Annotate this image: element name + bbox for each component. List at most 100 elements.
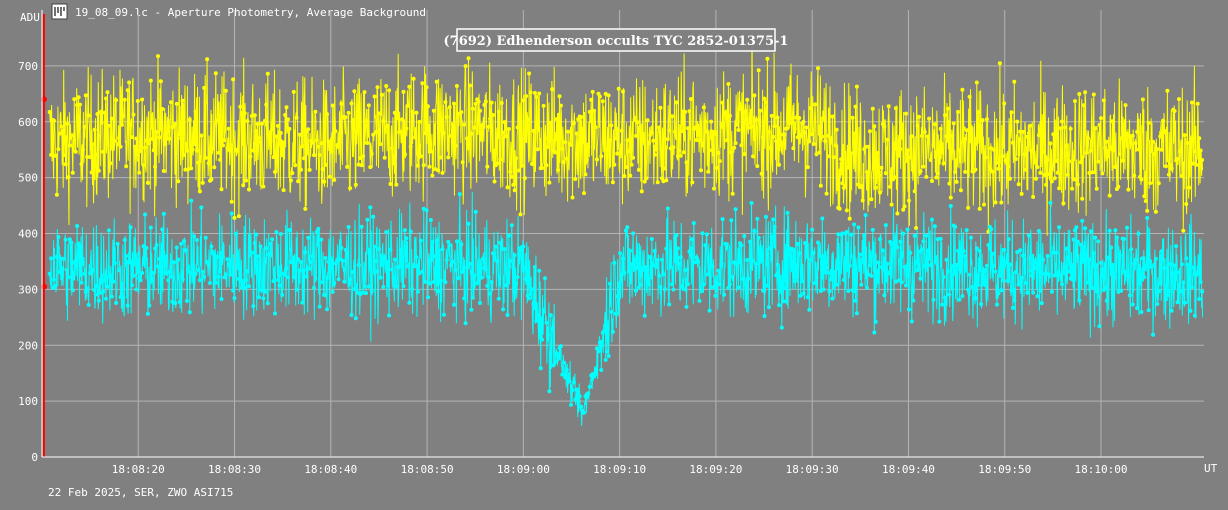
- series-point: [582, 410, 586, 415]
- series-point: [169, 274, 173, 279]
- series-point: [1019, 191, 1024, 196]
- series-point: [284, 266, 289, 271]
- series-point: [618, 251, 623, 256]
- series-point: [719, 262, 724, 267]
- series-point: [964, 128, 969, 133]
- series-point: [853, 104, 858, 109]
- lightcurve-app-icon[interactable]: [51, 3, 68, 20]
- series-point: [450, 259, 455, 264]
- series-point: [912, 189, 917, 194]
- series-point: [574, 131, 579, 136]
- series-point: [199, 205, 204, 210]
- series-point: [121, 114, 126, 119]
- series-point: [872, 330, 877, 335]
- series-point: [1106, 154, 1111, 159]
- series-point: [934, 175, 939, 180]
- series-point: [794, 275, 799, 280]
- series-point: [489, 100, 494, 105]
- series-point: [932, 122, 937, 127]
- series-point: [778, 289, 783, 294]
- series-point: [720, 217, 725, 222]
- series-point: [528, 90, 533, 95]
- series-point: [1074, 177, 1079, 182]
- series-point: [947, 181, 952, 186]
- series-point: [925, 248, 930, 253]
- series-point: [751, 258, 755, 263]
- series-point: [587, 384, 592, 389]
- series-point: [586, 391, 591, 396]
- series-point: [1088, 148, 1093, 153]
- series-point: [1026, 233, 1031, 238]
- series-point: [769, 234, 774, 239]
- series-point: [592, 374, 597, 379]
- series-point: [886, 271, 891, 276]
- series-point: [1081, 103, 1086, 108]
- series-point: [622, 270, 627, 275]
- series-point: [919, 133, 924, 138]
- series-point: [992, 264, 997, 268]
- series-point: [351, 118, 355, 122]
- series-point: [992, 147, 997, 152]
- series-point: [865, 170, 869, 175]
- series-point: [850, 288, 855, 293]
- series-point: [1156, 289, 1161, 294]
- series-point: [221, 254, 225, 259]
- series-point: [966, 205, 971, 210]
- series-point: [193, 109, 198, 114]
- series-point: [644, 176, 649, 181]
- series-point: [343, 115, 348, 120]
- series-point: [683, 268, 688, 273]
- series-point: [827, 154, 832, 159]
- series-point: [1107, 193, 1112, 198]
- series-point: [791, 248, 796, 253]
- series-point: [301, 268, 306, 272]
- series-point: [927, 254, 932, 258]
- series-point: [415, 289, 420, 294]
- series-point: [703, 243, 708, 248]
- series-point: [447, 243, 452, 248]
- series-point: [564, 367, 569, 372]
- series-point: [634, 133, 638, 138]
- series-point: [1045, 157, 1050, 162]
- series-point: [779, 325, 784, 330]
- series-point: [127, 80, 132, 85]
- series-point: [642, 313, 647, 318]
- series-point: [609, 123, 614, 128]
- series-point: [1164, 297, 1168, 302]
- series-point: [1006, 237, 1011, 242]
- series-point: [225, 257, 230, 262]
- series-point: [1197, 136, 1202, 141]
- series-point: [219, 297, 224, 301]
- series-point: [83, 93, 88, 98]
- series-point: [307, 266, 312, 271]
- series-point: [424, 208, 429, 213]
- series-point: [697, 138, 702, 143]
- series-point: [49, 256, 54, 261]
- series-point: [1086, 136, 1090, 141]
- series-point: [589, 97, 594, 102]
- series-point: [291, 89, 296, 94]
- series-point: [410, 286, 415, 291]
- series-point: [852, 131, 857, 136]
- series-point: [736, 128, 741, 132]
- series-point: [919, 247, 924, 252]
- series-point: [294, 287, 299, 292]
- series-point: [943, 295, 947, 300]
- series-point: [1075, 239, 1080, 244]
- series-point: [726, 82, 731, 86]
- series-point: [995, 160, 999, 165]
- series-point: [790, 120, 794, 125]
- series-point: [323, 162, 328, 167]
- series-point: [1086, 280, 1090, 285]
- series-point: [619, 128, 624, 133]
- series-point: [665, 137, 670, 142]
- y-tick-labels: 0 100 200 300 400 500 600 700: [18, 60, 38, 464]
- lightcurve-chart[interactable]: 19_08_09.lc - Aperture Photometry, Avera…: [0, 0, 1228, 510]
- series-point: [1062, 265, 1067, 270]
- series-point: [1169, 308, 1174, 313]
- series-point: [359, 224, 364, 229]
- series-point: [439, 155, 443, 160]
- series-point: [106, 228, 111, 233]
- series-point: [518, 212, 523, 217]
- series-point: [143, 212, 147, 217]
